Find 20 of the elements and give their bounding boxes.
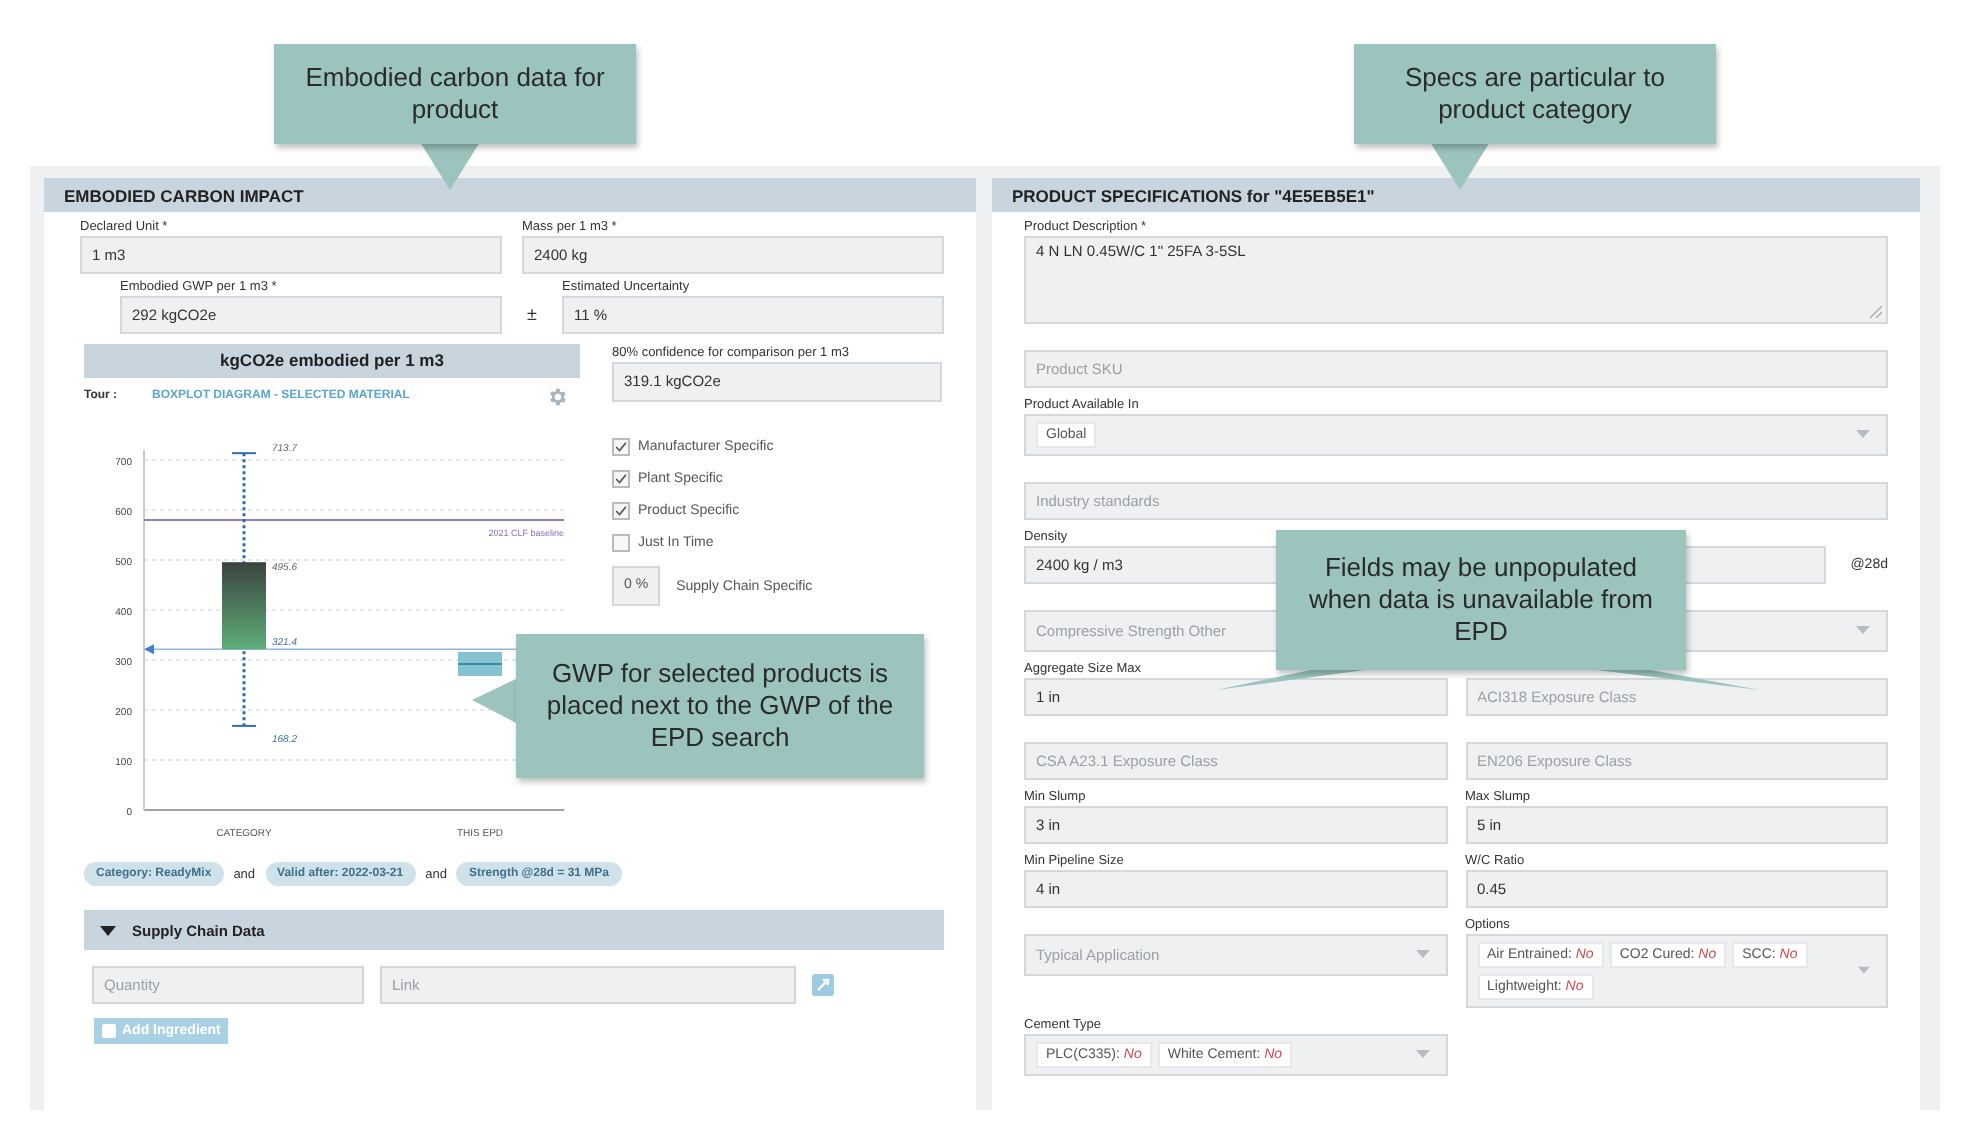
plus-minus-sign: ± xyxy=(525,302,539,328)
dropdown-arrow-icon[interactable] xyxy=(1415,1050,1429,1060)
settings-icon[interactable] xyxy=(546,385,568,407)
checkbox[interactable] xyxy=(612,469,630,487)
callout-pointer xyxy=(420,142,480,190)
checkbox[interactable] xyxy=(612,437,630,455)
checkbox[interactable] xyxy=(612,501,630,519)
checkbox[interactable] xyxy=(612,533,630,551)
chart-title: kgCO2e embodied per 1 m3 xyxy=(84,344,580,378)
section-header: EMBODIED CARBON IMPACT xyxy=(44,178,976,212)
dropdown-arrow-icon[interactable] xyxy=(1858,966,1870,976)
callout-pointer xyxy=(1430,142,1490,190)
edit-icon[interactable] xyxy=(812,974,834,996)
dropdown-arrow-icon[interactable] xyxy=(1415,950,1429,960)
section-header: PRODUCT SPECIFICATIONS for "4E5EB5E1" xyxy=(992,178,1920,212)
resize-handle-icon[interactable] xyxy=(1870,306,1882,318)
callout-pointer xyxy=(472,678,518,724)
dropdown-arrow-icon[interactable] xyxy=(1856,430,1870,440)
callout-tooltip: GWP for selected products is placed next to the GWP of the EPD search xyxy=(516,634,924,778)
dropdown-arrow-icon[interactable] xyxy=(1856,626,1870,636)
